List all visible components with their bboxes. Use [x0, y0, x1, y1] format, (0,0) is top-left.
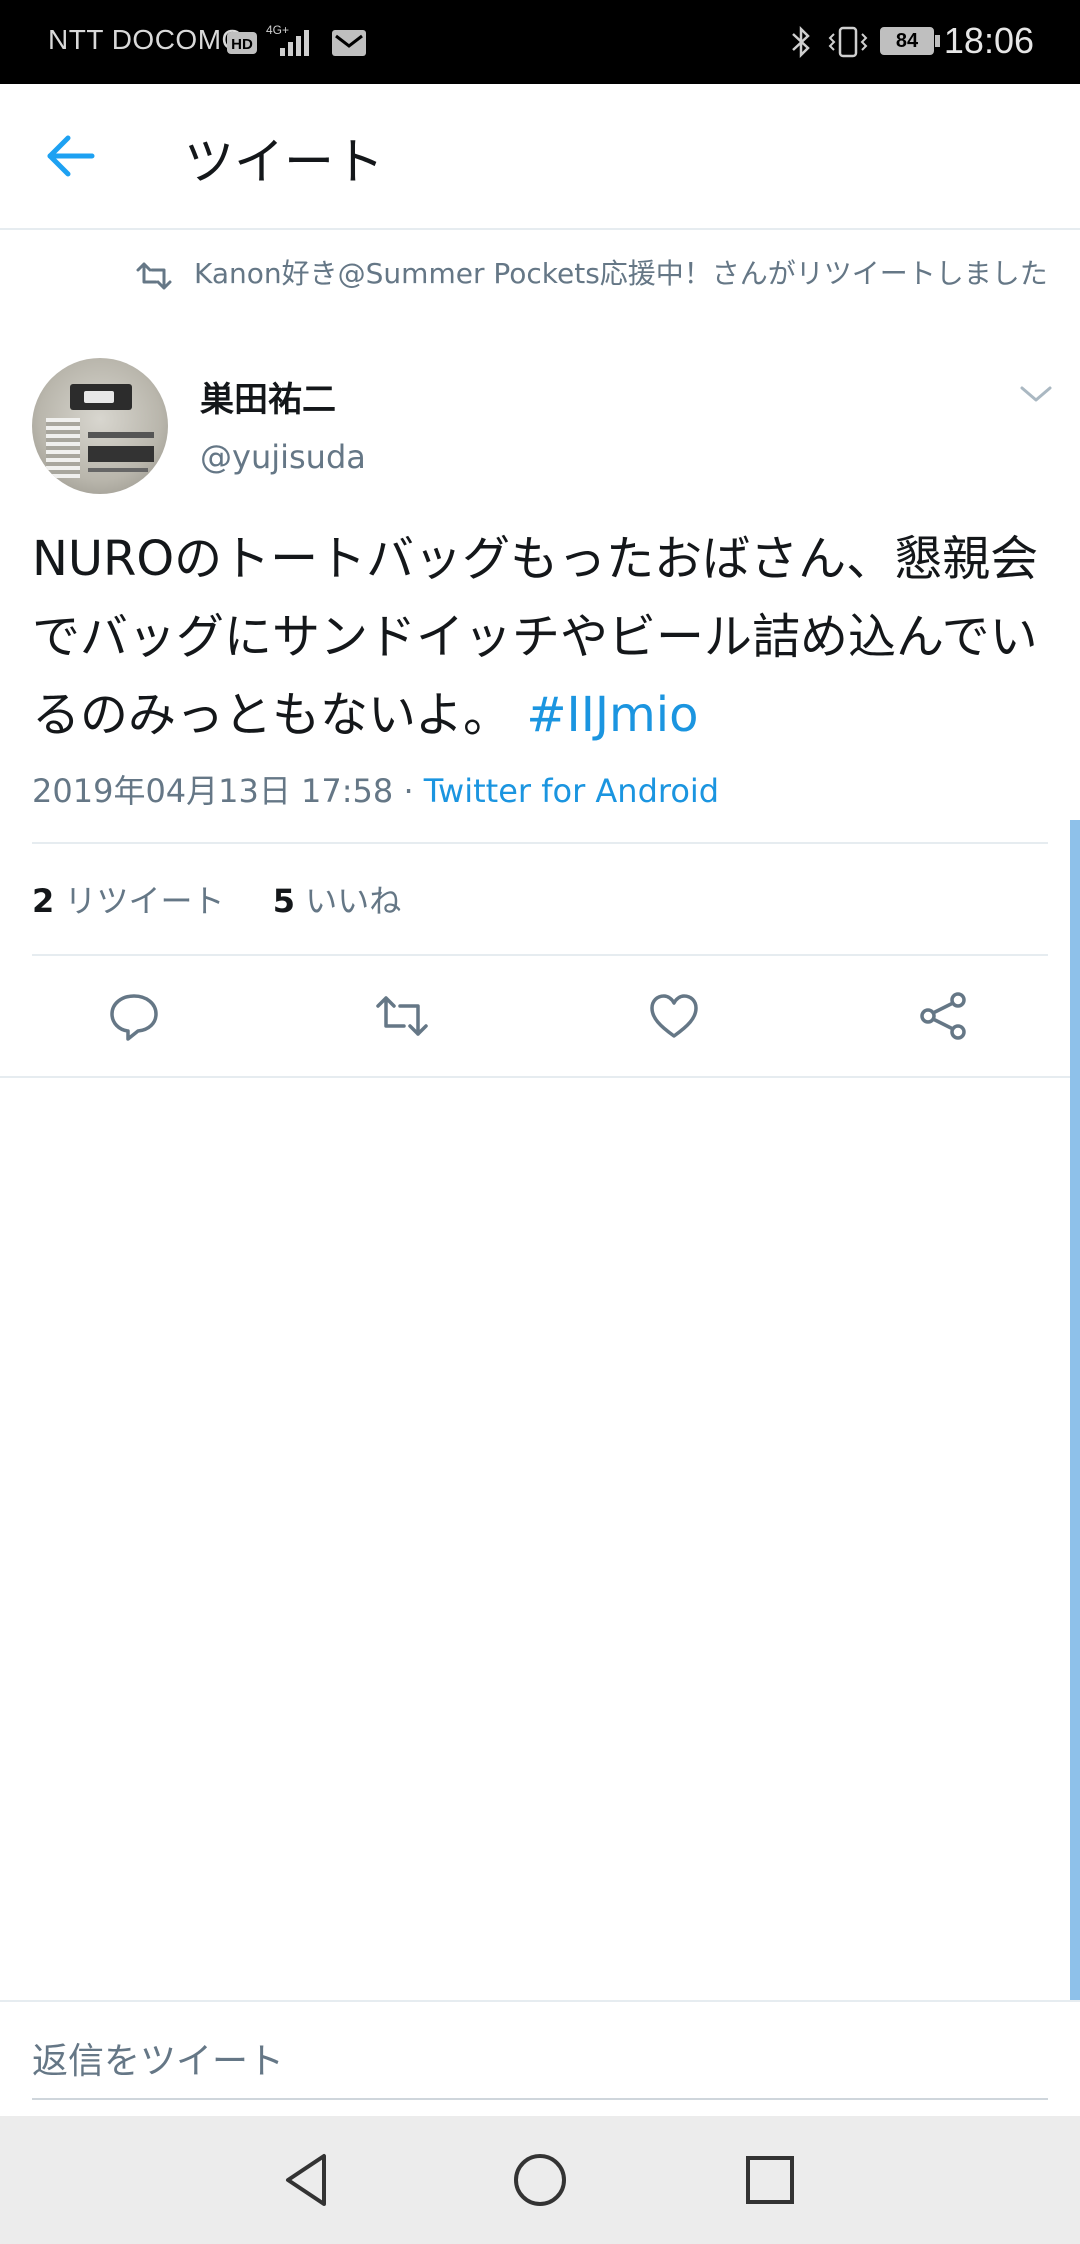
status-bar: NTT DOCOMO HD 4G+ 84 18:06	[0, 0, 1080, 84]
avatar-detail	[88, 446, 154, 462]
divider	[32, 842, 1048, 844]
clock: 18:06	[943, 20, 1034, 61]
retweet-icon[interactable]	[374, 988, 430, 1044]
tweet-source-link[interactable]: Twitter for Android	[424, 772, 719, 810]
author-handle[interactable]: @yujisuda	[200, 438, 366, 476]
share-icon[interactable]	[916, 988, 972, 1044]
like-stat[interactable]: 5 いいね	[273, 882, 401, 920]
tweet-text: NUROのトートバッグもったおばさん、懇親会でバッグにサンドイッチやビール詰め込…	[32, 520, 1042, 754]
app-bar: ツイート	[0, 84, 1080, 230]
avatar[interactable]	[32, 358, 168, 494]
hd-icon: HD	[227, 32, 257, 54]
like-icon[interactable]	[646, 988, 702, 1044]
battery-icon: 84	[880, 27, 934, 55]
svg-text:HD: HD	[231, 36, 253, 53]
action-bar	[0, 956, 1080, 1076]
carrier-label: NTT DOCOMO	[48, 24, 244, 55]
scrollbar[interactable]	[1070, 820, 1080, 2000]
avatar-detail	[88, 432, 154, 438]
reply-composer	[0, 2000, 1080, 2118]
signal-icon: 4G+	[266, 23, 309, 56]
bluetooth-icon	[792, 25, 810, 59]
retweet-count: 2	[32, 882, 55, 920]
avatar-plate-label	[84, 391, 114, 403]
tweet-meta: 2019年04月13日 17:58 · Twitter for Android	[32, 766, 719, 812]
chevron-down-icon[interactable]	[1018, 382, 1054, 406]
recents-square-icon[interactable]	[738, 2148, 802, 2212]
back-triangle-icon[interactable]	[276, 2148, 340, 2212]
retweet-context-label[interactable]: Kanon好き@Summer Pockets応援中！さんがリツイートしました	[194, 256, 1054, 292]
divider	[0, 1076, 1080, 1078]
avatar-vents	[46, 418, 80, 478]
retweet-stat[interactable]: 2 リツイート	[32, 882, 235, 920]
like-count: 5	[272, 882, 296, 920]
retweet-stat-label: リツイート	[64, 882, 225, 920]
avatar-detail	[88, 468, 148, 472]
like-stat-label: いいね	[305, 882, 402, 920]
tweet-timestamp: 2019年04月13日 17:58	[32, 772, 394, 810]
battery-tip	[935, 35, 940, 47]
back-arrow-icon[interactable]	[40, 130, 100, 182]
author-name[interactable]: 巣田祐二	[200, 372, 336, 421]
retweet-context-icon	[136, 262, 172, 290]
vibrate-icon	[828, 26, 868, 58]
svg-text:4G+: 4G+	[266, 23, 289, 37]
home-circle-icon[interactable]	[508, 2148, 572, 2212]
reply-input[interactable]	[32, 2024, 1048, 2100]
meta-separator: ·	[403, 772, 414, 810]
tweet-stats: 2 リツイート 5 いいね	[32, 876, 401, 922]
page-title: ツイート	[184, 133, 384, 191]
reply-icon[interactable]	[106, 988, 162, 1044]
hashtag-link[interactable]: #IIJmio	[526, 687, 698, 743]
system-nav-bar	[0, 2116, 1080, 2244]
mail-icon	[332, 30, 366, 56]
